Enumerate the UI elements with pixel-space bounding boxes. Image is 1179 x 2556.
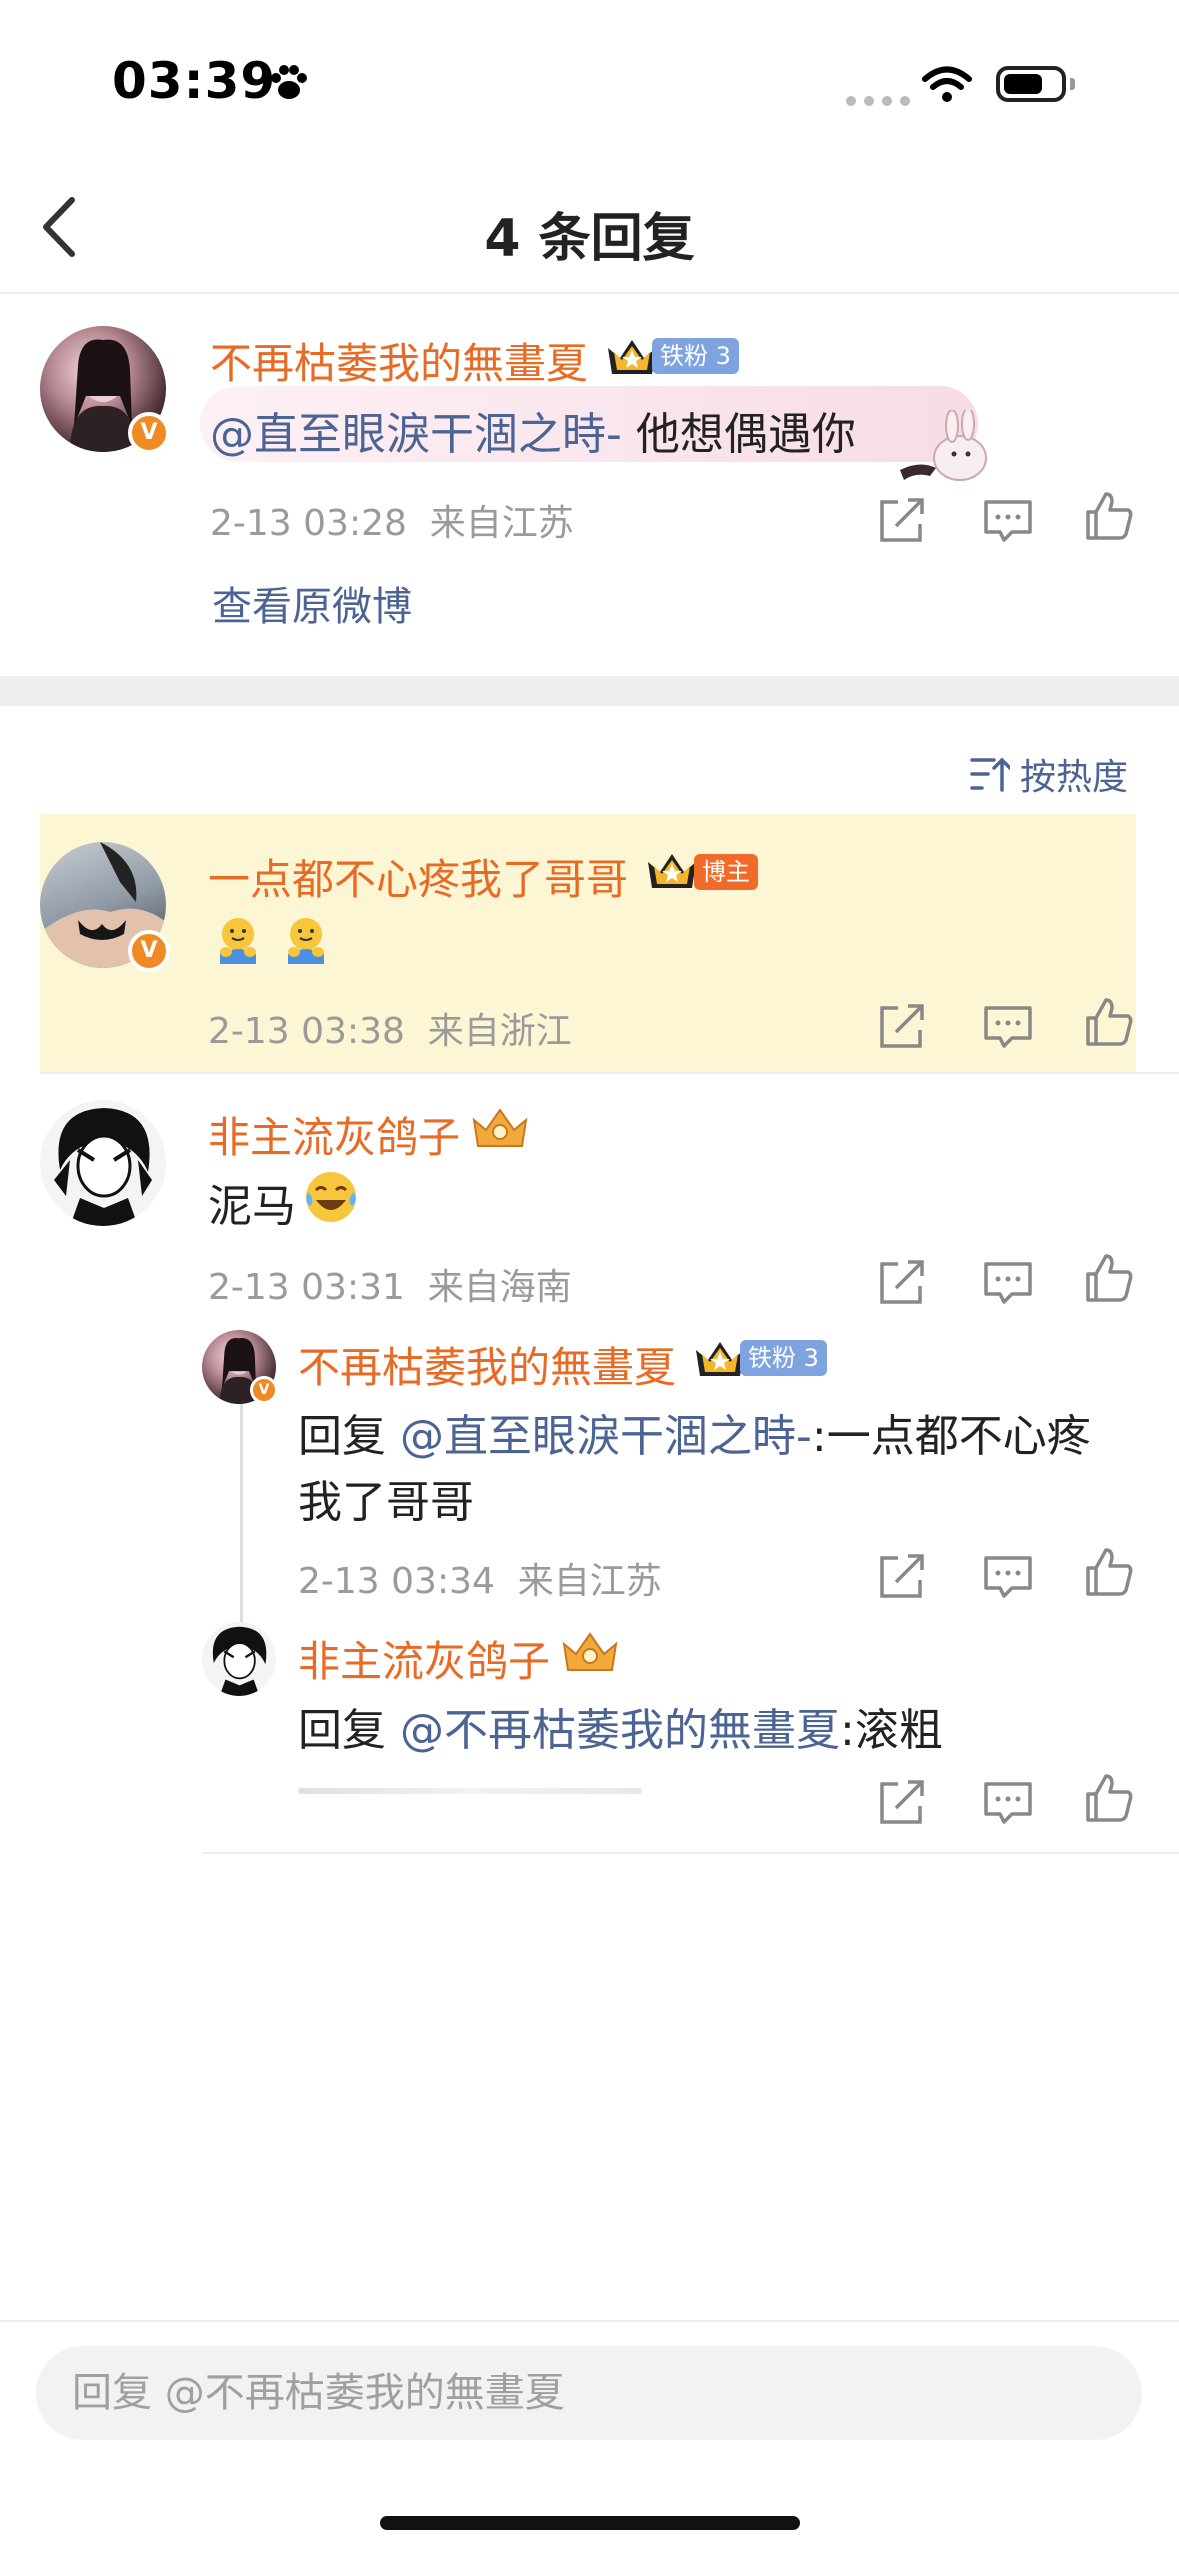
row-divider xyxy=(202,1852,1179,1854)
reply-username[interactable]: 非主流灰鸽子 xyxy=(208,1104,460,1165)
gold-crown-icon xyxy=(472,1108,528,1147)
reply-text: 泥马 xyxy=(208,1181,296,1232)
comment-icon[interactable] xyxy=(982,1256,1034,1308)
sort-label: 按热度 xyxy=(1020,757,1129,798)
avatar[interactable] xyxy=(40,1100,166,1226)
sub-reply-text: 回复 @直至眼淚干涸之時-:一点都不心疼 xyxy=(298,1411,1091,1462)
like-icon[interactable] xyxy=(1084,1546,1136,1598)
hug-emoji-icon xyxy=(288,918,324,964)
avatar[interactable] xyxy=(202,1622,276,1696)
battery-tip xyxy=(1070,78,1075,90)
fan-level-badge: 铁粉 3 xyxy=(652,338,739,374)
view-original-link[interactable]: 查看原微博 xyxy=(212,574,412,632)
author-badge: 博主 xyxy=(694,854,758,890)
avatar-portrait xyxy=(54,1108,152,1226)
share-icon[interactable] xyxy=(876,1000,928,1052)
reply-input[interactable] xyxy=(36,2346,1142,2440)
gold-crown-icon xyxy=(562,1632,618,1671)
verified-badge-icon: V xyxy=(128,412,170,454)
battery-icon xyxy=(996,66,1066,102)
avatar-portrait xyxy=(212,1626,267,1696)
reply-username[interactable]: 一点都不心疼我了哥哥 xyxy=(208,846,628,907)
sort-button[interactable]: 按热度 xyxy=(970,748,1128,800)
like-icon[interactable] xyxy=(1084,996,1136,1048)
comment-timestamp: 2-13 03:28 来自江苏 xyxy=(210,503,574,544)
header-divider xyxy=(0,292,1179,294)
wifi-icon xyxy=(922,66,972,102)
sub-reply-username[interactable]: 非主流灰鸽子 xyxy=(298,1628,550,1689)
share-icon[interactable] xyxy=(876,1550,928,1602)
mention-link[interactable]: @直至眼淚干涸之時- xyxy=(210,409,622,460)
comment-icon[interactable] xyxy=(982,494,1034,546)
sort-icon xyxy=(970,757,1010,792)
row-divider xyxy=(40,1072,1179,1074)
comment-text: @直至眼淚干涸之時- 他想偶遇你 xyxy=(210,409,856,460)
laughing-tears-emoji-icon xyxy=(306,1172,356,1222)
share-icon[interactable] xyxy=(876,1256,928,1308)
verified-badge-icon: V xyxy=(250,1376,278,1404)
crown-icon xyxy=(648,854,696,888)
reply-timestamp: 2-13 03:38 来自浙江 xyxy=(208,1011,572,1052)
bottom-divider xyxy=(0,2320,1179,2322)
bunny-sticker-icon xyxy=(900,410,987,481)
mention-link[interactable]: @不再枯萎我的無畫夏 xyxy=(400,1705,840,1756)
share-icon[interactable] xyxy=(876,1776,928,1828)
section-divider xyxy=(0,676,1179,706)
mention-link[interactable]: @直至眼淚干涸之時- xyxy=(400,1411,812,1462)
status-time: 03:39 xyxy=(112,52,277,110)
share-icon[interactable] xyxy=(876,494,928,546)
redacted-placeholder xyxy=(298,1788,642,1794)
sub-reply-timestamp: 2-13 03:34 来自江苏 xyxy=(298,1561,662,1602)
comment-username[interactable]: 不再枯萎我的無畫夏 xyxy=(210,330,588,391)
like-icon[interactable] xyxy=(1084,490,1136,542)
like-icon[interactable] xyxy=(1084,1772,1136,1824)
comment-icon[interactable] xyxy=(982,1776,1034,1828)
sub-reply-text: 回复 @不再枯萎我的無畫夏:滚粗 xyxy=(298,1705,943,1756)
fan-level-badge: 铁粉 3 xyxy=(740,1340,827,1376)
comment-icon[interactable] xyxy=(982,1550,1034,1602)
cellular-signal-icon xyxy=(846,96,910,106)
sub-reply-text-line2: 我了哥哥 xyxy=(298,1477,474,1528)
hug-emoji-icon xyxy=(220,918,256,964)
like-icon[interactable] xyxy=(1084,1252,1136,1304)
thread-line xyxy=(240,1390,243,1630)
sub-reply-username[interactable]: 不再枯萎我的無畫夏 xyxy=(298,1334,676,1395)
comment-icon[interactable] xyxy=(982,1000,1034,1052)
home-indicator xyxy=(380,2516,800,2530)
paw-icon xyxy=(271,65,307,99)
verified-badge-icon: V xyxy=(128,930,170,972)
page-title: 4 条回复 xyxy=(484,209,695,269)
reply-timestamp: 2-13 03:31 来自海南 xyxy=(208,1267,572,1308)
